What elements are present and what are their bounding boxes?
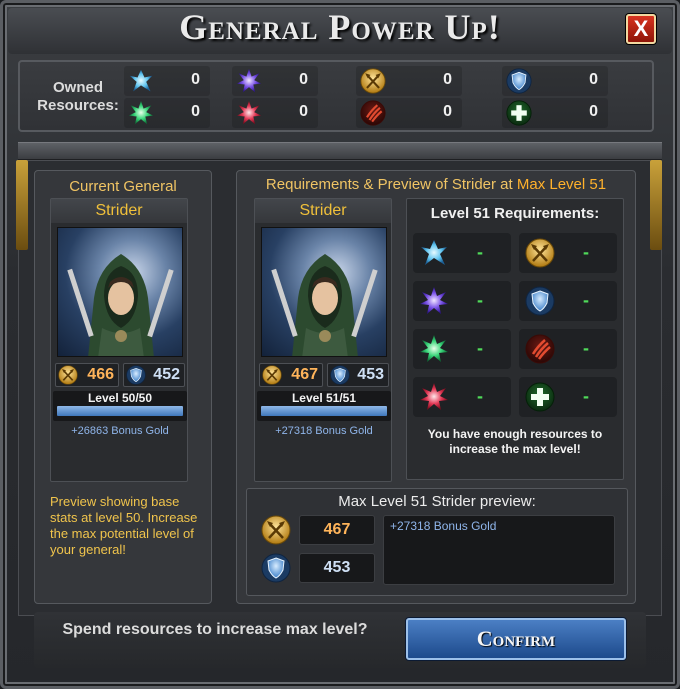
blue-crystal-icon: [128, 68, 154, 94]
owned-resource-defense: 0: [502, 66, 608, 96]
attack-axe-icon: [262, 365, 282, 385]
close-button[interactable]: X: [626, 14, 656, 44]
level-bar: Level 50/50: [53, 391, 187, 421]
defense-shield-icon: [126, 365, 146, 385]
general-name: Strider: [255, 199, 391, 223]
requirements-heading-text: Requirements & Preview of Strider at: [265, 176, 517, 193]
preview-bonus-box: +27318 Bonus Gold: [383, 515, 615, 585]
owned-resource-red-crystal: 0: [232, 98, 318, 128]
purple-crystal-icon: [236, 68, 262, 94]
bonus-gold: +27318 Bonus Gold: [275, 425, 373, 437]
bonus-gold: +26863 Bonus Gold: [71, 425, 169, 437]
defense-stat: 453: [327, 363, 389, 387]
requirements-heading: Requirements & Preview of Strider at Max…: [236, 176, 636, 193]
owned-resources-label: Owned Resources:: [37, 79, 119, 114]
max-level-preview-panel: Max Level 51 Strider preview: 467 453 +2…: [246, 488, 628, 596]
owned-resource-green-crystal: 0: [124, 98, 210, 128]
claw-marks-icon: [360, 100, 386, 126]
red-crystal-icon: [236, 100, 262, 126]
owned-resource-claw: 0: [356, 98, 462, 128]
owned-value: 0: [191, 71, 200, 88]
requirement-red-crystal: -: [413, 377, 511, 417]
dialog-title: General Power Up!: [179, 7, 501, 47]
current-general-heading: Current General: [69, 178, 177, 195]
defense-shield-icon: [261, 553, 291, 583]
owned-resource-health: 0: [502, 98, 608, 128]
requirement-value: -: [477, 290, 483, 310]
green-crystal-icon: [128, 100, 154, 126]
divider-band: [18, 142, 662, 160]
owned-value: 0: [443, 103, 452, 120]
owned-value: 0: [589, 103, 598, 120]
attack-axe-icon: [360, 68, 386, 94]
owned-resources-panel: Owned Resources: 0 0 0 0 0 0 0 0: [18, 60, 654, 132]
preview-general-card[interactable]: Strider 467 453 Level 51/51 +27318 Bonus…: [254, 198, 392, 482]
blue-crystal-icon: [419, 238, 449, 268]
owned-resource-purple-crystal: 0: [232, 66, 318, 96]
red-crystal-icon: [419, 382, 449, 412]
green-crystal-icon: [419, 334, 449, 364]
requirement-value: -: [477, 338, 483, 358]
defense-shield-icon: [330, 365, 350, 385]
defense-shield-icon: [506, 68, 532, 94]
attack-stat: 467: [259, 363, 323, 387]
health-plus-icon: [525, 382, 555, 412]
level-progress-fill: [261, 406, 387, 416]
spend-prompt: Spend resources to increase max level?: [62, 621, 368, 638]
health-plus-icon: [506, 100, 532, 126]
level-text: Level 50/50: [87, 391, 153, 405]
claw-marks-icon: [525, 334, 555, 364]
attack-stat: 466: [55, 363, 119, 387]
requirements-title: Level 51 Requirements:: [430, 205, 600, 222]
requirement-claw: -: [519, 329, 617, 369]
level-bar: Level 51/51: [257, 391, 391, 421]
general-name: Strider: [51, 199, 187, 223]
owned-resource-attack: 0: [356, 66, 462, 96]
owned-value: 0: [299, 103, 308, 120]
attack-axe-icon: [261, 515, 291, 545]
owned-value: 0: [299, 71, 308, 88]
owned-value: 0: [191, 103, 200, 120]
max-level-highlight: Max Level 51: [516, 176, 607, 193]
right-tassel: [650, 160, 662, 250]
requirements-message: You have enough resources to increase th…: [427, 427, 603, 456]
attack-axe-icon: [525, 238, 555, 268]
requirement-value: -: [477, 386, 483, 406]
requirement-value: -: [583, 386, 589, 406]
requirement-health: -: [519, 377, 617, 417]
attack-axe-icon: [58, 365, 78, 385]
defense-stat: 452: [123, 363, 185, 387]
requirement-purple-crystal: -: [413, 281, 511, 321]
requirement-value: -: [583, 290, 589, 310]
preview-description: Preview showing base stats at level 50. …: [50, 494, 198, 557]
purple-crystal-icon: [419, 286, 449, 316]
preview-defense-value: 453: [299, 553, 375, 583]
general-portrait: [261, 227, 387, 357]
current-general-card[interactable]: Strider 466 452 Level 50/50 +26863 Bonus…: [50, 198, 188, 482]
level-progress-fill: [57, 406, 183, 416]
requirement-defense: -: [519, 281, 617, 321]
preview-bonus-gold: +27318 Bonus Gold: [390, 519, 497, 533]
requirement-value: -: [583, 242, 589, 262]
requirement-blue-crystal: -: [413, 233, 511, 273]
requirements-panel: Level 51 Requirements: - - - - - - - - Y…: [406, 198, 624, 480]
requirement-value: -: [583, 338, 589, 358]
confirm-button[interactable]: Confirm: [406, 618, 626, 660]
requirement-green-crystal: -: [413, 329, 511, 369]
owned-value: 0: [589, 71, 598, 88]
requirement-attack: -: [519, 233, 617, 273]
general-portrait: [57, 227, 183, 357]
requirement-value: -: [477, 242, 483, 262]
max-level-preview-title: Max Level 51 Strider preview:: [338, 493, 536, 510]
attack-value: 467: [291, 366, 318, 383]
preview-attack-value: 467: [299, 515, 375, 545]
defense-value: 453: [357, 366, 384, 383]
owned-value: 0: [443, 71, 452, 88]
owned-resource-blue-crystal: 0: [124, 66, 210, 96]
left-tassel: [16, 160, 28, 250]
defense-shield-icon: [525, 286, 555, 316]
level-text: Level 51/51: [291, 391, 357, 405]
attack-value: 466: [87, 366, 114, 383]
defense-value: 452: [153, 366, 180, 383]
